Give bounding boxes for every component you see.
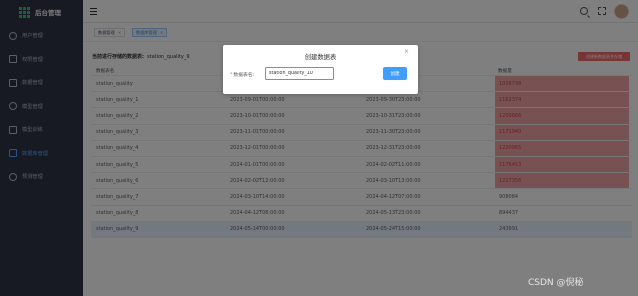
watermark: CSDN @倪秘 bbox=[528, 278, 584, 288]
close-icon[interactable]: × bbox=[404, 48, 409, 55]
create-table-dialog: 创建数据表 × *数据表名: 创建 bbox=[223, 45, 418, 94]
table-name-label: *数据表名: bbox=[230, 73, 255, 78]
app-window: 后台管理 用户管理 权限管理 数据管理 模型管理 模型训练 bbox=[0, 0, 638, 296]
dialog-title: 创建数据表 bbox=[304, 54, 337, 61]
create-button[interactable]: 创建 bbox=[383, 67, 407, 80]
table-name-input[interactable] bbox=[265, 67, 334, 80]
